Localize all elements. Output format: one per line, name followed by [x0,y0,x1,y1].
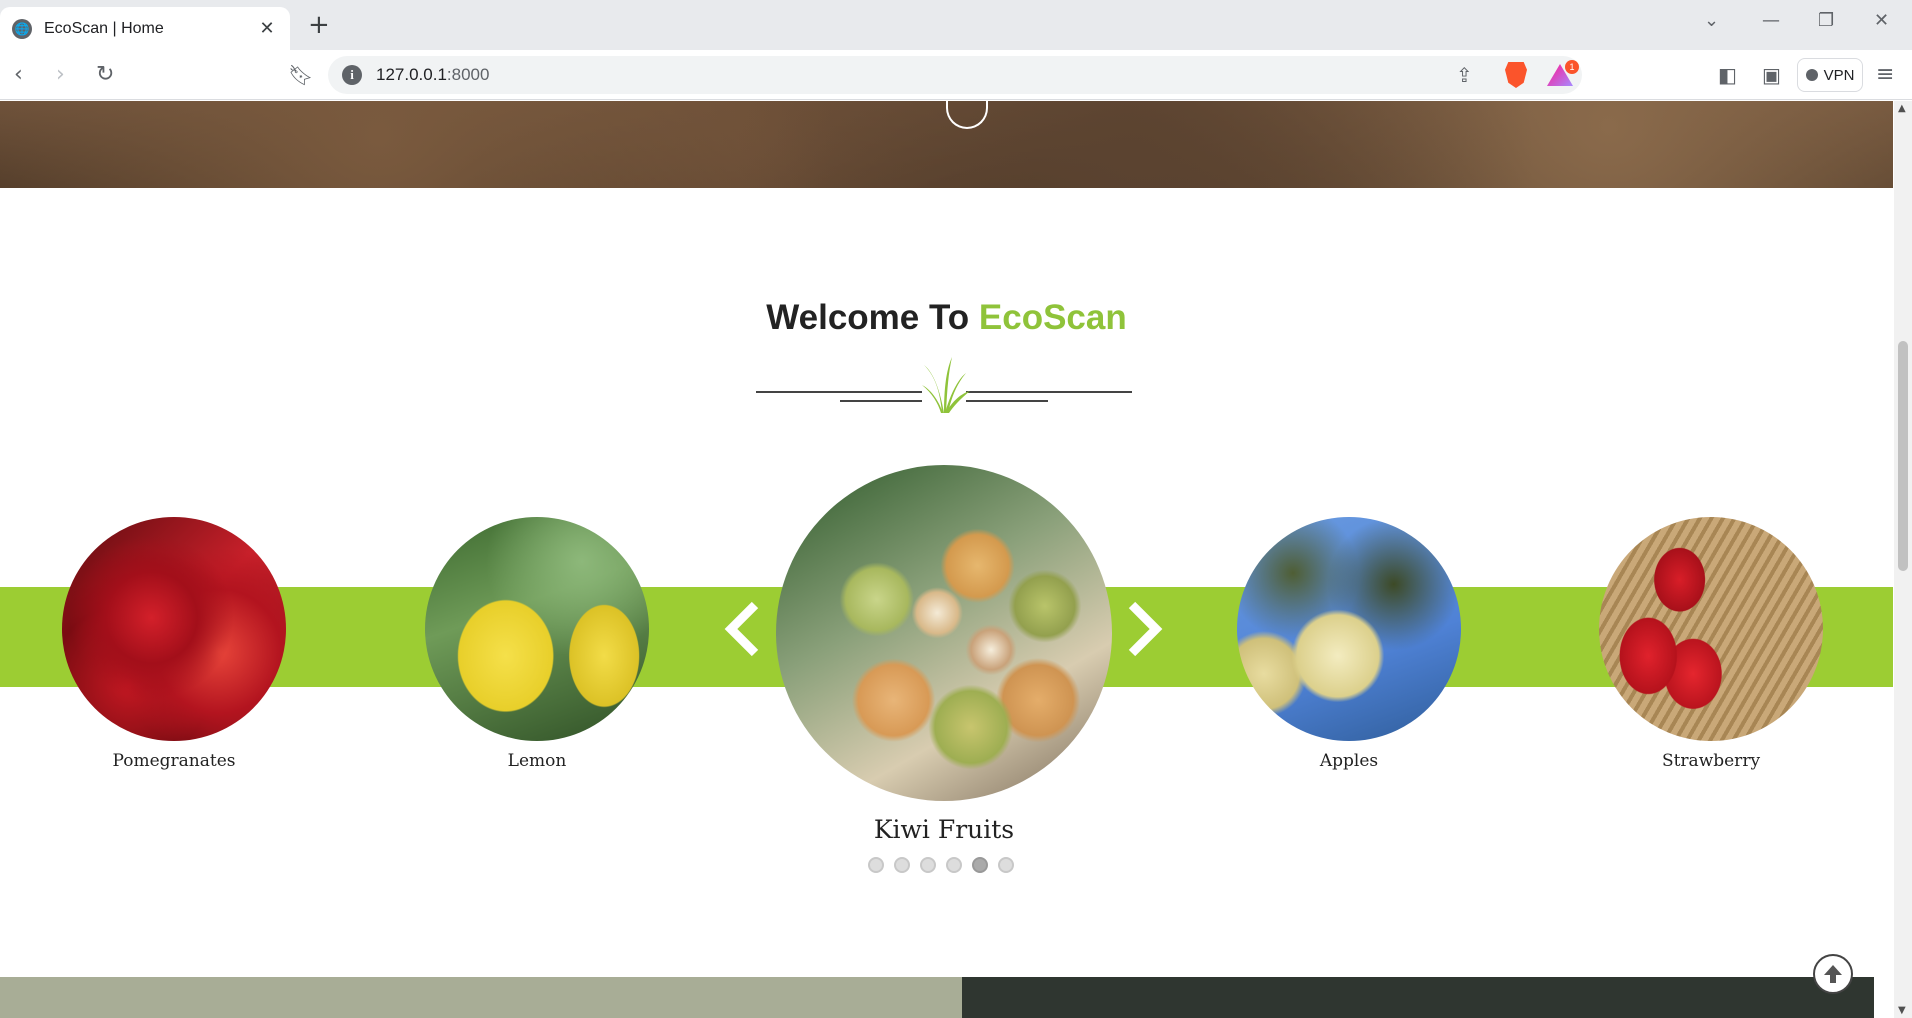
carousel-item-apples[interactable]: Apples [1237,517,1461,771]
carousel-dot-active[interactable] [972,857,988,873]
page-viewport: Welcome To EcoScan Pomegranates Lemon Ki… [0,101,1912,1018]
carousel-dot[interactable] [998,857,1014,873]
carousel-item-strawberry[interactable]: Strawberry [1599,517,1823,771]
apples-image [1237,517,1461,741]
address-bar[interactable]: i 127.0.0.1:8000 ⇪ [328,56,1582,94]
vpn-status-icon [1805,69,1818,81]
carousel-dot[interactable] [946,857,962,873]
carousel-dot[interactable] [894,857,910,873]
scrollbar-thumb[interactable] [1898,341,1908,571]
new-tab-button[interactable]: + [308,10,330,40]
fruit-label-active: Kiwi Fruits [873,815,1015,844]
restore-icon[interactable]: ❐ [1818,10,1834,31]
vpn-button[interactable]: VPN [1797,58,1863,92]
forward-icon[interactable]: › [56,63,65,87]
bookmark-icon[interactable]: 🔖︎ [288,63,313,87]
back-icon[interactable]: ‹ [14,63,23,87]
carousel-dot[interactable] [868,857,884,873]
strawberry-image [1599,517,1823,741]
carousel-dot[interactable] [920,857,936,873]
carousel-item-lemon[interactable]: Lemon [425,517,649,771]
sidebar-toggle-icon[interactable]: ◧ [1718,63,1737,87]
next-section-panel [0,977,962,1018]
reload-icon[interactable]: ↻ [96,63,114,87]
scroll-up-icon[interactable]: ▲ [1898,103,1906,114]
welcome-heading: Welcome To EcoScan [766,298,1127,337]
fruit-label: Strawberry [1661,751,1761,771]
page-scrollbar[interactable]: ▲ ▼ [1894,101,1912,1018]
grass-divider-icon [756,357,1132,413]
carousel-pagination [868,857,1014,873]
minimize-icon[interactable]: — [1762,10,1780,31]
scroll-down-arrow-icon[interactable]: ▼ [1898,1005,1906,1016]
hero-soil-image [0,101,1893,188]
browser-tab[interactable]: 🌐 EcoScan | Home ✕ [0,7,290,50]
notification-badge: 1 [1565,60,1579,74]
tab-search-chevron-icon[interactable]: ⌄ [1704,10,1719,31]
close-tab-icon[interactable]: ✕ [256,18,278,39]
fruit-label: Pomegranates [112,751,236,771]
site-info-icon[interactable]: i [342,65,362,85]
fruit-label: Lemon [507,751,567,771]
arrow-up-icon [1824,965,1842,983]
scroll-down-icon[interactable] [946,101,988,129]
pomegranate-image [62,517,286,741]
vpn-label: VPN [1823,66,1855,84]
carousel-item-kiwi-fruits[interactable]: Kiwi Fruits [776,465,1112,844]
menu-icon[interactable]: ≡ [1876,63,1894,87]
carousel-next-icon[interactable] [1124,601,1164,657]
fruit-label: Apples [1319,751,1379,771]
globe-icon: 🌐 [12,18,32,39]
tab-title: EcoScan | Home [44,19,164,37]
kiwi-fruits-image [776,465,1112,801]
next-section-image [962,977,1874,1018]
close-window-icon[interactable]: ✕ [1874,10,1889,31]
back-to-top-button[interactable] [1813,954,1853,994]
share-icon[interactable]: ⇪ [1456,63,1473,87]
brand-name: EcoScan [978,298,1127,337]
carousel-item-pomegranates[interactable]: Pomegranates [62,517,286,771]
wallet-icon[interactable]: ▣ [1762,63,1781,87]
url-text: 127.0.0.1:8000 [376,65,490,84]
browser-toolbar: ‹ › ↻ 🔖︎ i 127.0.0.1:8000 ⇪ 1 ◧ ▣ VPN ≡ [0,50,1912,100]
browser-tabstrip: 🌐 EcoScan | Home ✕ + ⌄ — ❐ ✕ [0,0,1912,50]
lemon-image [425,517,649,741]
carousel-prev-icon[interactable] [723,601,763,657]
